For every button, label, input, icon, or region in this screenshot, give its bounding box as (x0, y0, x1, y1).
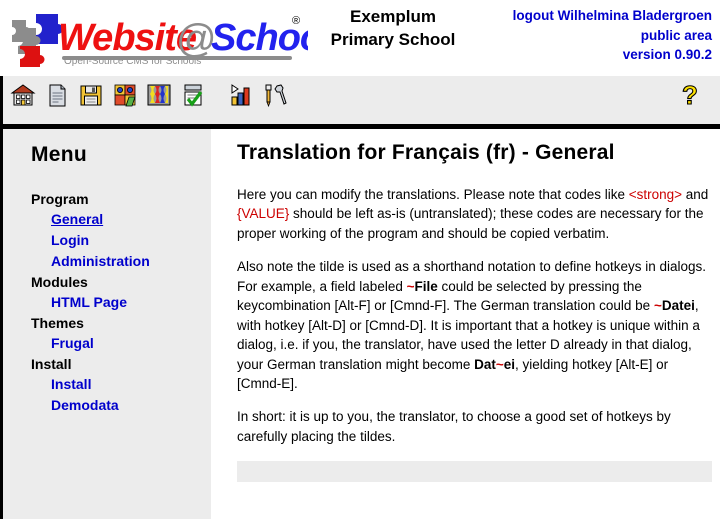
intro-paragraph: Here you can modify the translations. Pl… (237, 185, 712, 243)
sidebar-item-frugal[interactable]: Frugal (51, 335, 94, 351)
hotkey-word-file: File (414, 278, 438, 294)
toolbar: ? (0, 76, 720, 124)
school-name: Exemplum Primary School (318, 6, 468, 52)
home-icon[interactable] (8, 80, 38, 110)
modules-icon[interactable] (110, 80, 140, 110)
school-name-line1: Exemplum (350, 7, 436, 26)
sidebar-item-general[interactable]: General (51, 211, 103, 227)
save-icon[interactable] (76, 80, 106, 110)
tilde-mark-2: ~ (653, 298, 662, 314)
site-logo[interactable]: Website @ School Open-Source CMS for Sch… (8, 6, 308, 68)
statistics-icon[interactable] (226, 80, 256, 110)
area-label: public area (640, 27, 712, 43)
page-icon[interactable] (42, 80, 72, 110)
intro-part1: Here you can modify the translations. Pl… (237, 187, 629, 202)
registered-mark: ® (292, 15, 300, 27)
summary-paragraph: In short: it is up to you, the translato… (237, 409, 671, 444)
version-label: version 0.90.2 (622, 47, 712, 63)
hotkey-word-ei: ei (503, 356, 516, 372)
sidebar-item-administration[interactable]: Administration (51, 253, 150, 269)
main-content: Translation for Français (fr) - General … (211, 129, 720, 519)
hotkey-example-datei: ~Datei (654, 298, 695, 313)
tasks-icon[interactable] (178, 80, 208, 110)
sidebar-group-program: Program (31, 191, 89, 207)
hotkey-example-dat-ei: Dat~ei (474, 357, 515, 372)
intro-part2: and (682, 187, 709, 202)
hotkey-word-datei: Datei (661, 298, 695, 314)
code-strong-tag: <strong> (628, 187, 683, 202)
sidebar-group-install: Install (31, 356, 72, 372)
help-question-glyph: ? (682, 83, 698, 110)
sidebar-group-themes: Themes (31, 315, 84, 331)
sidebar-group-modules: Modules (31, 274, 88, 290)
sidebar: Menu Program General Login Administratio… (3, 129, 211, 519)
tilde-mark-3: ~ (495, 356, 504, 372)
page-title: Translation for Français (fr) - General (237, 141, 615, 164)
website-at-school-logo-graphic: Website @ School Open-Source CMS for Sch… (12, 14, 308, 67)
sidebar-item-html-page[interactable]: HTML Page (51, 294, 127, 310)
hotkey-word-dat: Dat (474, 356, 496, 372)
code-value-token: {VALUE} (237, 206, 290, 222)
logout-link[interactable]: logout Wilhelmina Bladergroen (513, 6, 712, 26)
tools-icon[interactable] (260, 80, 290, 110)
hotkey-example-file: ~File (407, 279, 438, 294)
sidebar-title: Menu (31, 143, 88, 166)
tilde-paragraph: Also note the tilde is used as a shortha… (237, 257, 712, 393)
page-body: Menu Program General Login Administratio… (0, 129, 720, 519)
translation-form-area (237, 460, 712, 483)
school-name-line2: Primary School (330, 29, 456, 49)
page-header: Website @ School Open-Source CMS for Sch… (0, 0, 720, 76)
account-info: logout Wilhelmina Bladergroen public are… (513, 6, 712, 65)
themes-icon[interactable] (144, 80, 174, 110)
sidebar-item-demodata[interactable]: Demodata (51, 397, 119, 413)
intro-part3: should be left as-is (untranslated); the… (237, 206, 704, 241)
logo-tagline: Open-Source CMS for Schools (64, 56, 201, 67)
help-icon[interactable]: ? (676, 82, 704, 112)
sidebar-item-login[interactable]: Login (51, 232, 89, 248)
sidebar-item-install[interactable]: Install (51, 376, 91, 392)
